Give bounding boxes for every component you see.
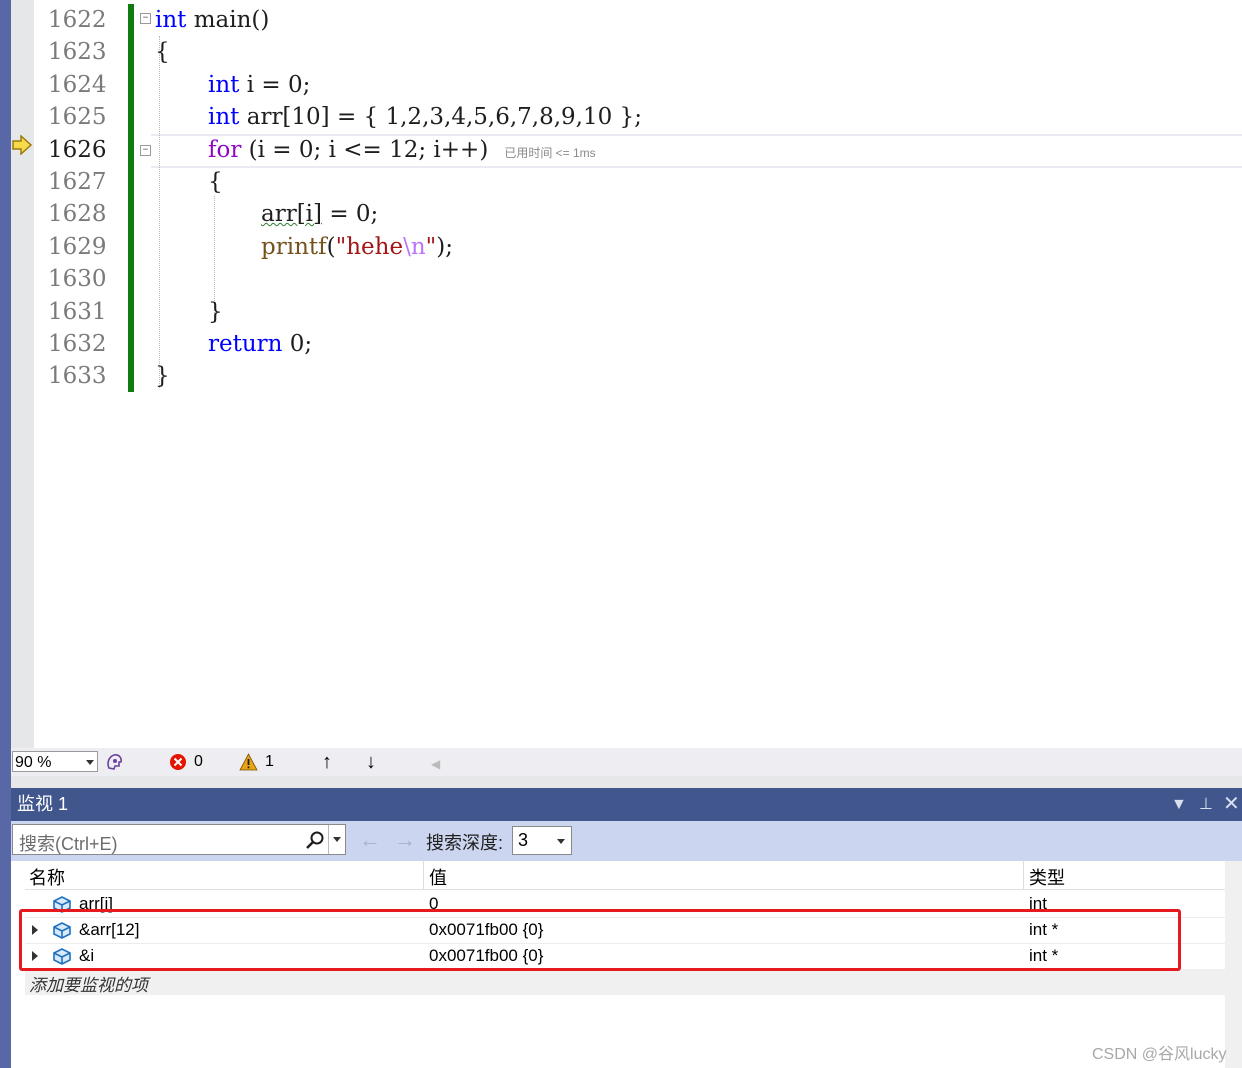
back-arrow-icon[interactable]: ← [359,827,381,853]
line-number: 1633 [48,363,107,389]
code-line: 1628 arr[i] = 0; [34,198,1242,230]
line-number: 1628 [48,201,107,227]
intellicode-icon[interactable] [105,752,125,772]
line-number: 1622 [48,7,107,33]
code-text: { [208,169,223,195]
close-icon[interactable]: ✕ [1223,788,1240,821]
search-depth-select[interactable]: 3 [512,826,572,855]
splitter[interactable] [11,776,1242,788]
annotation-highlight-box [19,909,1181,971]
code-text: i = 0; [239,72,311,98]
warning-icon[interactable] [239,753,258,771]
code-keyword: return [208,331,283,357]
code-text: } [155,363,170,389]
add-watch-placeholder: 添加要监视的项 [29,976,148,995]
search-placeholder: 搜索(Ctrl+E) [19,834,118,854]
code-line: 1630 [34,263,1242,295]
search-options-dropdown[interactable] [328,825,345,854]
current-statement-arrow-icon [12,135,33,155]
watch-panel-titlebar: 监视 1 ▼ ⊥ ✕ [11,788,1242,821]
code-function: printf [261,234,327,260]
code-text: = 0; [322,201,379,227]
line-number: 1624 [48,72,107,98]
scroll-left-icon[interactable]: ◀ [431,753,440,775]
line-number: 1626 [48,137,107,163]
zoom-value: 90 % [15,754,52,771]
scrollbar[interactable] [1225,861,1242,1068]
code-line: 1624 int i = 0; [34,69,1242,101]
code-text: ( [326,234,336,260]
line-number: 1630 [48,266,107,292]
code-line: 1622 int main() [34,4,1242,36]
code-text: ); [436,234,453,260]
code-text: { [155,39,170,65]
code-keyword: int [155,7,187,33]
code-line: 1625 int arr[10] = { 1,2,3,4,5,6,7,8,9,1… [34,101,1242,133]
code-line: 1632 return 0; [34,328,1242,360]
code-text: } [208,299,223,325]
code-line: 1633 } [34,360,1242,392]
error-count[interactable]: 0 [194,751,203,773]
chevron-down-icon [86,760,94,765]
error-icon[interactable] [169,753,187,771]
code-variable: arr[i] [261,201,323,227]
pin-icon[interactable]: ⊥ [1199,788,1213,821]
line-number: 1627 [48,169,107,195]
code-keyword: int [208,104,240,130]
warning-count[interactable]: 1 [265,751,274,773]
editor-status-bar: 90 % 0 1 ↑ ↓ ◀ [11,748,1242,776]
search-icon[interactable] [305,830,325,850]
code-line: 1623 { [34,36,1242,68]
forward-arrow-icon[interactable]: → [394,827,416,853]
column-value[interactable]: 值 [429,864,447,890]
code-line: 1627 { [34,166,1242,198]
add-watch-row[interactable]: 添加要监视的项 [25,969,1225,995]
grid-header: 名称 值 类型 [25,861,1225,890]
column-divider[interactable] [423,861,424,889]
code-keyword: for [208,137,242,163]
code-keyword: int [208,72,240,98]
code-line-current: 1626 for (i = 0; i <= 12; i++) 已用时间 <= 1m… [34,134,1242,166]
column-type[interactable]: 类型 [1029,864,1065,890]
window-frame [0,0,11,1068]
search-depth-value: 3 [518,830,529,850]
line-number: 1623 [48,39,107,65]
code-editor[interactable]: − − 1622 int main() 1623 { 1624 int i = … [34,0,1242,748]
arrow-up-icon[interactable]: ↑ [322,751,332,773]
search-depth-label: 搜索深度: [426,833,504,853]
code-text: 0; [282,331,313,357]
code-line: 1631 } [34,296,1242,328]
perf-tip[interactable]: 已用时间 <= 1ms [504,146,595,160]
code-text: arr[10] = { 1,2,3,4,5,6,7,8,9,10 }; [239,104,642,130]
code-string: " [425,234,437,260]
code-line: 1629 printf("hehe\n"); [34,231,1242,263]
column-name[interactable]: 名称 [29,864,65,890]
code-string: "hehe [335,234,404,260]
arrow-down-icon[interactable]: ↓ [366,751,376,773]
line-number: 1625 [48,104,107,130]
dropdown-icon[interactable]: ▼ [1171,788,1187,821]
watermark: CSDN @谷风lucky [1092,1046,1227,1063]
code-escape: \n [403,234,426,260]
line-number: 1632 [48,331,107,357]
search-input[interactable]: 搜索(Ctrl+E) [12,824,346,855]
column-divider[interactable] [1023,861,1024,889]
code-text: (i = 0; i <= 12; i++) [241,137,489,163]
line-number: 1629 [48,234,107,260]
glyph-margin[interactable] [11,0,34,748]
zoom-select[interactable]: 90 % [12,751,98,772]
panel-title: 监视 1 [17,794,69,814]
line-number: 1631 [48,299,107,325]
code-text: main() [186,7,270,33]
watch-toolbar: 搜索(Ctrl+E) ← → 搜索深度: 3 [11,821,1242,861]
